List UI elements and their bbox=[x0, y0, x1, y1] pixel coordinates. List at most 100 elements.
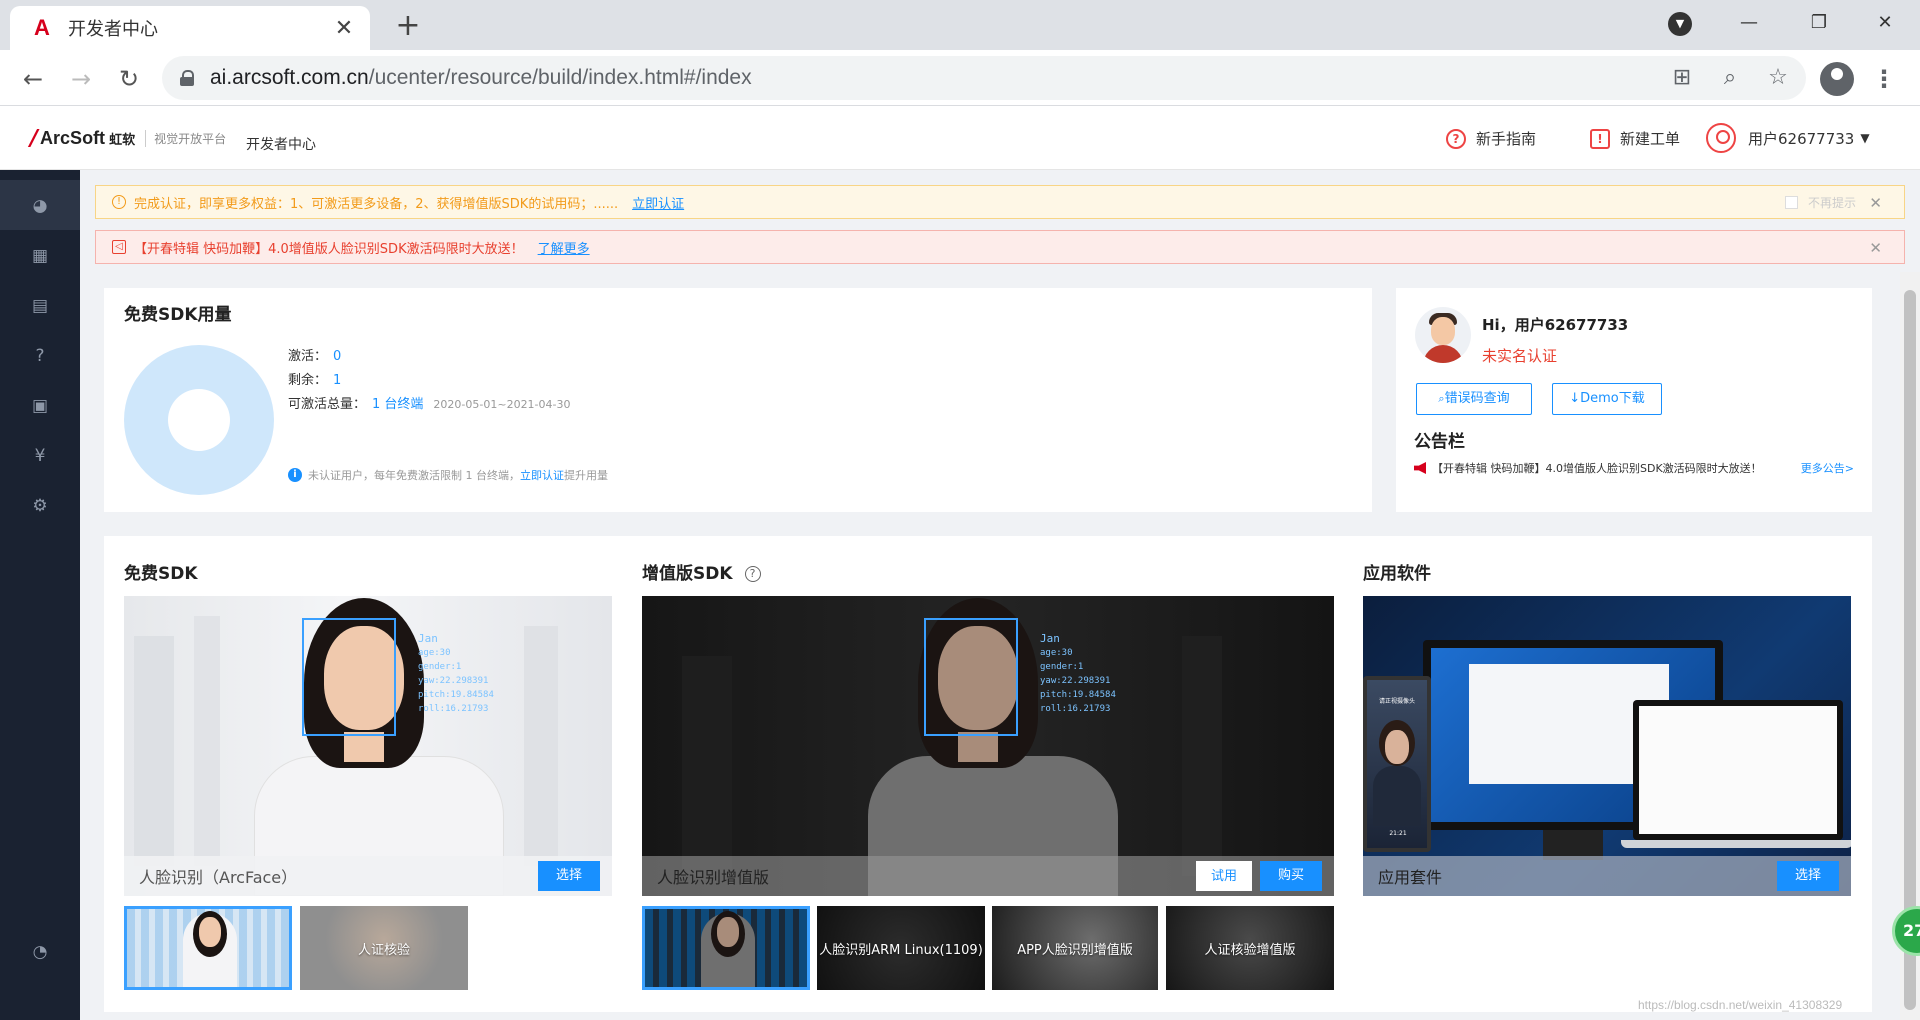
user-portrait-avatar bbox=[1415, 307, 1471, 363]
kiosk-prompt: 请正视摄像头 bbox=[1378, 698, 1415, 705]
usage-title: 免费SDK用量 bbox=[124, 305, 232, 325]
thumb-id-verify-label: 人证核验 bbox=[357, 942, 410, 958]
arcsoft-logo[interactable]: ∕ ArcSoft 虹软 视觉开放平台 bbox=[30, 126, 226, 151]
remaining-row: 剩余： 1 bbox=[288, 369, 341, 388]
face-scan-readout: Jan age:30 gender:1 yaw:22.298391 pitch:… bbox=[1040, 632, 1116, 714]
usage-tip: i 未认证用户，每年免费激活限制 1 台终端， 立即认证 提升用量 bbox=[288, 467, 608, 483]
apps-hero[interactable]: 请正视摄像头 21:21 应用套件 选择 bbox=[1363, 596, 1851, 896]
pro-sdk-title-text: 增值版SDK bbox=[642, 564, 733, 584]
kiosk-time: 21:21 bbox=[1389, 830, 1407, 837]
announcement-item[interactable]: 【开春特辑 快码加鞭】4.0增值版人脸识别SDK激活码限时大放送！ 更多公告> bbox=[1414, 460, 1854, 476]
promo-notice: ◁ 【开春特辑 快码加鞭】4.0增值版人脸识别SDK激活码限时大放送！ 了解更多… bbox=[95, 230, 1905, 264]
file-list-icon[interactable]: ▤ bbox=[30, 296, 50, 316]
close-window-button[interactable]: ✕ bbox=[1850, 0, 1920, 44]
pro-sdk-caption: 人脸识别增值版 试用 购买 bbox=[642, 856, 1334, 896]
new-ticket-label: 新建工单 bbox=[1620, 130, 1681, 148]
total-label: 可激活总量： bbox=[288, 397, 367, 412]
reload-icon[interactable]: ↻ bbox=[112, 62, 146, 96]
bookmark-star-icon[interactable]: ☆ bbox=[1762, 62, 1794, 94]
thumb-pro-face[interactable] bbox=[642, 906, 810, 990]
speaker-icon bbox=[1414, 462, 1426, 474]
new-ticket-link[interactable]: ! 新建工单 bbox=[1590, 128, 1680, 149]
lock-icon[interactable] bbox=[180, 70, 194, 86]
settings-gear-icon[interactable]: ⚙ bbox=[30, 496, 50, 516]
address-bar[interactable]: ai.arcsoft.com.cn/ucenter/resource/build… bbox=[162, 56, 1806, 100]
auth-notice: ! 完成认证，即享更多权益：1、可激活更多设备，2、获得增值版SDK的试用码；.… bbox=[95, 185, 1905, 219]
invoice-icon[interactable]: ¥ bbox=[30, 446, 50, 466]
scrollbar-thumb[interactable] bbox=[1904, 290, 1916, 1010]
demo-download-label: Demo下载 bbox=[1580, 391, 1645, 406]
guide-label: 新手指南 bbox=[1476, 130, 1537, 148]
apps-grid-icon[interactable]: ▦ bbox=[30, 246, 50, 266]
tab-search-icon[interactable]: ▼ bbox=[1668, 12, 1692, 36]
board-title: 公告栏 bbox=[1414, 432, 1465, 452]
restore-button[interactable]: ❐ bbox=[1784, 0, 1854, 44]
activated-label: 激活： bbox=[288, 349, 328, 364]
no-more-checkbox[interactable]: 不再提示 bbox=[1784, 194, 1856, 211]
thumb-pro-id-verify-label: 人证核验增值版 bbox=[1204, 942, 1296, 958]
face-scan-readout: Jan age:30 gender:1 yaw:22.298391 pitch:… bbox=[418, 632, 494, 714]
close-icon[interactable]: ✕ bbox=[1869, 239, 1882, 257]
help-icon[interactable]: ? bbox=[30, 346, 50, 366]
browser-tab[interactable]: A 开发者中心 ✕ bbox=[10, 6, 370, 50]
zoom-icon[interactable]: ⌕ bbox=[1714, 62, 1746, 94]
thumb-app-face-label: APP人脸识别增值版 bbox=[1017, 942, 1133, 958]
dashboard-icon[interactable]: ◕ bbox=[30, 196, 50, 216]
pro-sdk-trial-button[interactable]: 试用 bbox=[1195, 861, 1252, 891]
auth-now-link[interactable]: 立即认证 bbox=[632, 193, 684, 212]
arcsoft-favicon-icon: A bbox=[34, 15, 50, 40]
dev-center-link[interactable]: 开发者中心 bbox=[246, 134, 316, 154]
user-menu[interactable]: 用户62677733 ▼ bbox=[1706, 123, 1870, 153]
floating-badge[interactable]: 27 bbox=[1892, 906, 1920, 956]
user-avatar-icon bbox=[1706, 123, 1736, 153]
demo-download-button[interactable]: ↓Demo下载 bbox=[1552, 383, 1662, 415]
clipboard-icon[interactable]: ▣ bbox=[30, 396, 50, 416]
translate-icon[interactable]: ⊞ bbox=[1666, 62, 1698, 94]
guide-link[interactable]: ? 新手指南 bbox=[1446, 128, 1536, 149]
tab-title: 开发者中心 bbox=[68, 19, 158, 40]
apps-label: 应用套件 bbox=[1378, 868, 1443, 887]
usage-donut-chart bbox=[124, 345, 274, 495]
total-row: 可激活总量： 1 台终端 2020-05-01~2021-04-30 bbox=[288, 393, 571, 412]
warning-circle-icon: ! bbox=[112, 195, 126, 209]
tip-suffix: 提升用量 bbox=[564, 469, 608, 482]
tip-auth-link[interactable]: 立即认证 bbox=[520, 467, 564, 483]
error-code-button[interactable]: ⌕错误码查询 bbox=[1416, 383, 1532, 415]
browser-menu-icon[interactable]: ⋮ bbox=[1872, 62, 1896, 96]
profile-avatar-icon[interactable] bbox=[1820, 62, 1854, 96]
thumb-id-verify[interactable]: 人证核验 bbox=[300, 906, 468, 990]
thumb-arm-linux-label: 人脸识别ARM Linux(1109) bbox=[819, 942, 983, 958]
tip-prefix: 未认证用户，每年免费激活限制 1 台终端， bbox=[308, 469, 520, 482]
free-sdk-hero[interactable]: Jan age:30 gender:1 yaw:22.298391 pitch:… bbox=[124, 596, 612, 896]
announcement-text[interactable]: 【开春特辑 快码加鞭】4.0增值版人脸识别SDK激活码限时大放送！ bbox=[1432, 460, 1762, 476]
forward-icon[interactable]: → bbox=[64, 62, 98, 96]
learn-more-link[interactable]: 了解更多 bbox=[538, 238, 590, 257]
thumb-arcface[interactable] bbox=[124, 906, 292, 990]
thumb-app-face[interactable]: APP人脸识别增值版 bbox=[992, 906, 1158, 990]
pro-sdk-label: 人脸识别增值版 bbox=[657, 868, 770, 887]
back-icon[interactable]: ← bbox=[16, 62, 50, 96]
document-icon: ! bbox=[1590, 128, 1610, 149]
pro-sdk-buy-button[interactable]: 购买 bbox=[1259, 861, 1322, 891]
pro-sdk-hero[interactable]: Jan age:30 gender:1 yaw:22.298391 pitch:… bbox=[642, 596, 1334, 896]
thumb-pro-id-verify[interactable]: 人证核验增值版 bbox=[1166, 906, 1334, 990]
minimize-button[interactable]: — bbox=[1714, 0, 1784, 44]
activated-value: 0 bbox=[333, 349, 342, 364]
collapse-icon[interactable]: ◔ bbox=[30, 942, 50, 962]
more-announcements-link[interactable]: 更多公告> bbox=[1801, 460, 1854, 476]
apps-select-button[interactable]: 选择 bbox=[1776, 861, 1839, 891]
new-tab-button[interactable]: + bbox=[390, 8, 426, 44]
verification-status[interactable]: 未实名认证 bbox=[1482, 345, 1557, 366]
close-tab-icon[interactable]: ✕ bbox=[332, 16, 356, 41]
thumb-arm-linux[interactable]: 人脸识别ARM Linux(1109) bbox=[817, 906, 985, 990]
chevron-down-icon: ▼ bbox=[1860, 131, 1870, 145]
free-sdk-label: 人脸识别（ArcFace） bbox=[139, 868, 298, 887]
face-scan-frame bbox=[924, 618, 1018, 736]
free-sdk-caption: 人脸识别（ArcFace） 选择 bbox=[124, 856, 612, 896]
free-sdk-select-button[interactable]: 选择 bbox=[537, 861, 600, 891]
close-icon[interactable]: ✕ bbox=[1869, 194, 1882, 212]
free-sdk-title: 免费SDK bbox=[124, 564, 198, 584]
help-circle-icon[interactable]: ? bbox=[744, 566, 761, 582]
greeting-text: Hi，用户62677733 bbox=[1482, 316, 1629, 334]
total-value: 1 台终端 bbox=[372, 397, 424, 412]
